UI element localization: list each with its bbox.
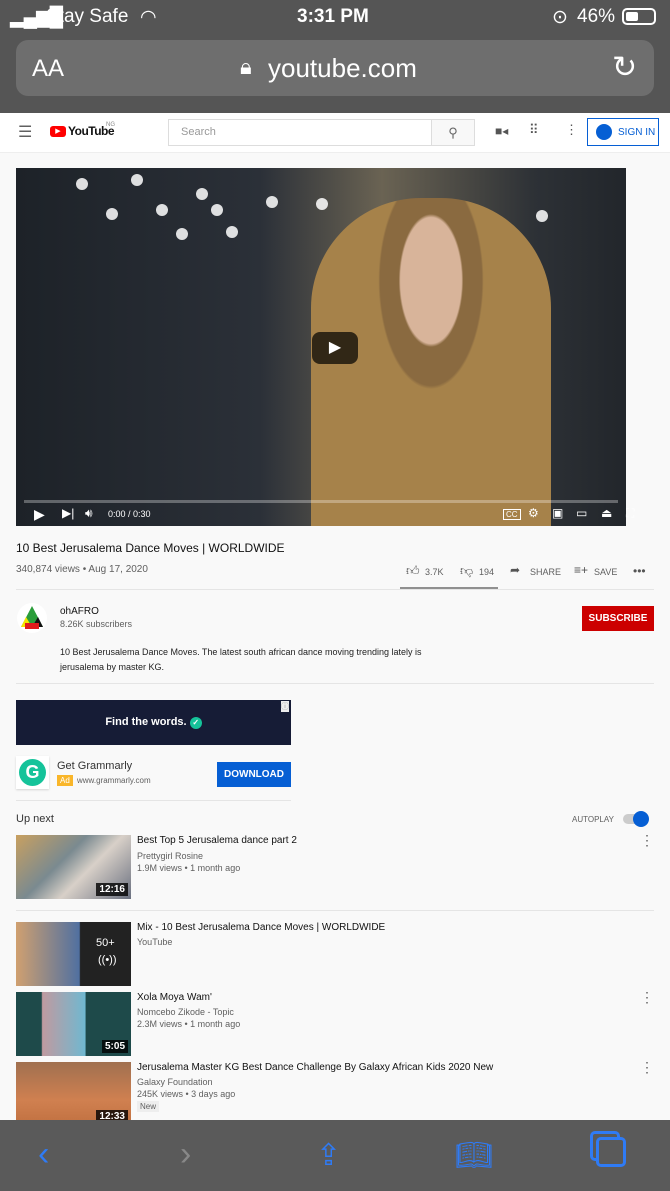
up-next-channel[interactable]: Galaxy Foundation [137,1077,213,1087]
autoplay-toggle[interactable] [623,811,649,827]
lock-icon: 🔒︎ [240,54,252,79]
mix-count: 50+ [96,937,115,949]
subscribe-button[interactable]: SUBSCRIBE [582,606,654,631]
bookmarks-icon[interactable]: 📖︎ [455,1138,493,1173]
forward-icon: › [180,1135,192,1173]
captions-icon[interactable]: CC [503,509,521,520]
url-text[interactable]: youtube.com [268,53,417,84]
subscriber-count: 8.26K subscribers [60,619,133,629]
video-thumbnail[interactable]: 12:16 [16,835,131,899]
divider [16,589,654,590]
wifi-icon: ◠ [140,7,157,28]
time-display: 0:00 / 0:30 [108,509,151,519]
region-code: NG [106,122,115,128]
ad-title[interactable]: Get Grammarly [57,760,132,772]
mix-radio-icon: ((•)) [98,954,117,966]
apps-icon[interactable]: ⠿ [529,122,539,138]
up-next-title[interactable]: Jerusalema Master KG Best Dance Challeng… [137,1062,493,1073]
share-icon[interactable]: ⇪ [316,1138,341,1173]
fullscreen-icon[interactable]: ⛶ [626,506,634,521]
settings-icon[interactable]: ⚙ [528,506,539,520]
ad-badge: Ad [57,775,73,786]
battery-percent: 46% [577,6,616,27]
like-count[interactable]: 3.7K [425,567,444,577]
channel-avatar[interactable] [17,603,47,633]
divider [16,800,291,801]
text-size-button[interactable]: AA [32,55,64,83]
search-input[interactable]: Search [168,119,432,146]
up-next-title[interactable]: Xola Moya Wam' [137,992,212,1003]
airplay-icon[interactable]: ⏏ [601,506,612,520]
play-button[interactable]: ▶ [312,332,358,364]
sign-in-label: SIGN IN [618,126,656,138]
up-next-label: Up next [16,813,54,825]
download-button[interactable]: DOWNLOAD [217,762,291,787]
up-next-meta: 1.9M views • 1 month ago [137,863,241,873]
up-next-channel[interactable]: Prettygirl Rosine [137,851,203,861]
video-meta: 340,874 views • Aug 17, 2020 [16,564,148,575]
duration-badge: 5:05 [101,1040,128,1053]
menu-icon[interactable]: ☰ [18,122,32,142]
play-icon[interactable]: ▶ [34,506,45,523]
battery-icon [622,8,656,25]
video-thumbnail[interactable]: 12:33 [16,1062,131,1126]
search-icon: ⚲ [448,125,458,140]
video-thumbnail[interactable]: 5:05 [16,992,131,1056]
rotation-lock-icon: ⊙ [552,7,568,28]
create-video-icon[interactable]: ■◂ [495,124,508,138]
share-button[interactable]: SHARE [530,567,561,577]
more-options-icon[interactable]: ⋮ [565,122,578,138]
check-icon: ✓ [189,717,202,729]
like-icon[interactable]: 👍︎ [406,563,420,579]
video-description: 10 Best Jerusalema Dance Moves. The late… [60,647,422,672]
grammarly-logo[interactable]: G [16,756,49,789]
divider [16,910,654,911]
mix-thumbnail[interactable]: 50+ ((•)) [16,922,131,986]
clock: 3:31 PM [297,6,369,27]
theater-icon[interactable]: ▭ [576,506,587,520]
more-icon[interactable]: ⋮ [640,833,654,847]
video-title: 10 Best Jerusalema Dance Moves | WORLDWI… [16,541,285,555]
youtube-logo-icon[interactable]: ▶ [50,126,66,137]
next-icon[interactable]: ▶| [62,506,74,520]
back-icon[interactable]: ‹ [38,1135,49,1174]
save-icon[interactable]: ≡+ [574,563,588,577]
miniplayer-icon[interactable]: ▣ [552,506,563,520]
volume-icon[interactable]: 🔊︎ [85,506,93,521]
up-next-title[interactable]: Mix - 10 Best Jerusalema Dance Moves | W… [137,922,385,933]
ad-info-icon[interactable]: ⓘ [281,701,289,712]
more-icon[interactable]: ⋮ [640,1060,654,1074]
more-icon[interactable]: ⋮ [640,990,654,1004]
up-next-channel[interactable]: Nomcebo Zikode - Topic [137,1007,234,1017]
new-badge: New [137,1101,160,1112]
carrier: Stay Safe [46,6,129,27]
channel-name[interactable]: ohAFRO [60,606,99,617]
up-next-meta: 2.3M views • 1 month ago [137,1019,241,1029]
ad-banner[interactable]: Find the words. ✓ [16,700,291,745]
account-icon [596,124,612,140]
reload-icon[interactable]: ↻ [612,50,637,85]
ad-banner-text: Find the words. [105,716,187,728]
save-button[interactable]: SAVE [594,567,617,577]
dislike-count[interactable]: 194 [479,567,494,577]
divider [16,683,654,684]
up-next-channel[interactable]: YouTube [137,937,172,947]
search-button[interactable]: ⚲ [431,119,475,146]
more-actions-icon[interactable]: ••• [633,564,646,578]
progress-bar[interactable] [24,500,618,503]
sign-in-button[interactable]: SIGN IN [587,118,659,146]
up-next-title[interactable]: Best Top 5 Jerusalema dance part 2 [137,835,297,846]
dislike-icon[interactable]: 👎︎ [460,563,473,579]
duration-badge: 12:16 [96,883,128,896]
ad-url[interactable]: www.grammarly.com [77,776,151,785]
share-icon[interactable]: ➦ [510,563,520,577]
up-next-meta: 245K views • 3 days ago [137,1089,236,1099]
tabs-icon[interactable] [596,1137,626,1167]
autoplay-label: AUTOPLAY [572,815,614,824]
